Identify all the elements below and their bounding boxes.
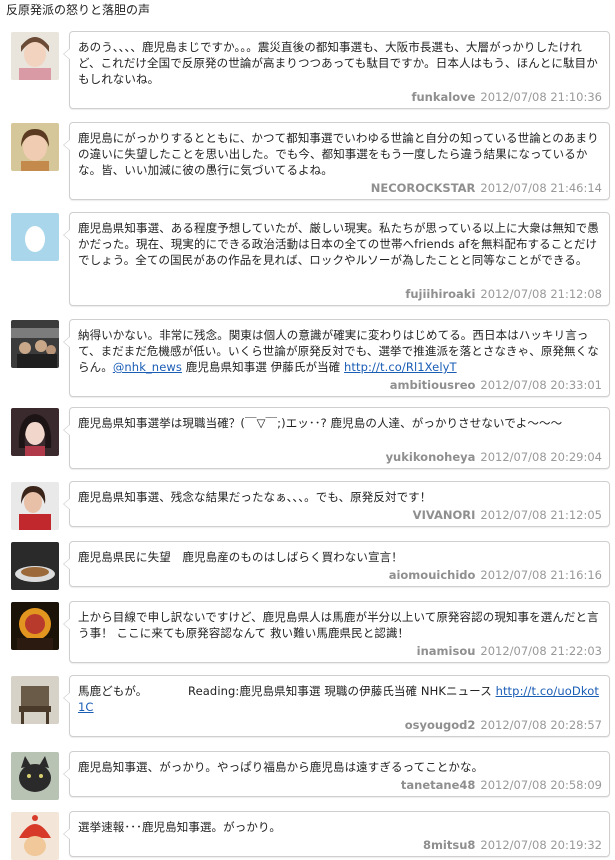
tweet-link[interactable]: http://t.co/Rl1XelyT: [344, 360, 457, 374]
page-title: 反原発派の怒りと落胆の声: [6, 3, 151, 17]
tweet-username[interactable]: inamisou: [417, 644, 476, 658]
tweet-meta: VIVANORI 2012/07/08 21:12:05: [413, 508, 602, 522]
tweet-meta: ambitiousreo 2012/07/08 20:33:01: [390, 378, 602, 392]
tweet-timestamp[interactable]: 2012/07/08 21:16:16: [480, 568, 602, 582]
avatar-image: [11, 320, 59, 368]
avatar[interactable]: [11, 752, 59, 800]
tweet-text: 鹿児島県知事選、ある程度予想していたが、厳しい現実。私たちが思っている以上に大衆…: [78, 221, 599, 267]
tweet-bubble: 鹿児島にがっかりするとともに、かつて都知事選でいわゆる世論と自分の知っている世論…: [63, 122, 610, 200]
tweet-meta: fujiihiroaki 2012/07/08 21:12:08: [405, 287, 602, 301]
mention-link[interactable]: @nhk_news: [113, 360, 182, 374]
tweet-timestamp[interactable]: 2012/07/08 20:58:09: [480, 778, 602, 792]
tweet-bubble: 鹿児島知事選、がっかり。やっぱり福島から鹿児島は遠すぎるってことかな。 tane…: [63, 751, 610, 797]
tweet-text-body: 鹿児島県知事選 伊藤氏が当確: [181, 360, 345, 374]
tweet-username[interactable]: fujiihiroaki: [405, 287, 475, 301]
avatar[interactable]: [11, 123, 59, 171]
tweet-timestamp[interactable]: 2012/07/08 21:12:08: [480, 287, 602, 301]
tweet-text: 鹿児島県民に失望 鹿児島産のものはしばらく買わない宣言！: [78, 550, 403, 564]
tweet-timestamp[interactable]: 2012/07/08 20:29:04: [480, 450, 602, 464]
tweet-timestamp[interactable]: 2012/07/08 21:12:05: [480, 508, 602, 522]
tweet-text: 選挙速報･･･鹿児島知事選。がっかり。: [78, 820, 281, 834]
tweet-meta: osyougod2 2012/07/08 20:28:57: [405, 718, 602, 732]
tweet-text-body: 馬鹿どもが。 Reading:鹿児島県知事選 現職の伊藤氏当確 NHKニュース: [78, 684, 496, 698]
tweet-text: 鹿児島県知事選、残念な結果だったなぁ、、、。でも、原発反対です！: [78, 490, 432, 504]
avatar[interactable]: [11, 213, 59, 261]
tweet-timestamp[interactable]: 2012/07/08 21:46:14: [480, 181, 602, 195]
tweet-timestamp[interactable]: 2012/07/08 20:33:01: [480, 378, 602, 392]
tweet-text: 鹿児島知事選、がっかり。やっぱり福島から鹿児島は遠すぎるってことかな。: [78, 760, 484, 774]
tweet-text: あのう、、、、鹿児島まじですか。。。震災直後の都知事選も、大阪市長選も、大層がっ…: [78, 40, 598, 86]
avatar[interactable]: [11, 408, 59, 456]
avatar[interactable]: [11, 32, 59, 80]
avatar[interactable]: [11, 676, 59, 724]
avatar-image: [11, 32, 59, 80]
avatar-image: [11, 408, 59, 456]
tweet-username[interactable]: tanetane48: [401, 778, 476, 792]
tweet-bubble: 鹿児島県知事選挙は現職当確？(￣▽￣;)エッ･･? 鹿児島の人達、がっかりさせな…: [63, 407, 610, 469]
tweet-bubble: 納得いかない。非常に残念。関東は個人の意識が確実に変わりはじめてる。西日本はハッ…: [63, 319, 610, 397]
avatar[interactable]: [11, 602, 59, 650]
tweet-username[interactable]: ambitiousreo: [390, 378, 476, 392]
tweet-text: 納得いかない。非常に残念。関東は個人の意識が確実に変わりはじめてる。西日本はハッ…: [78, 327, 603, 375]
avatar-image: [11, 542, 59, 590]
tweet-username[interactable]: osyougod2: [405, 718, 476, 732]
tweet-bubble: あのう、、、、鹿児島まじですか。。。震災直後の都知事選も、大阪市長選も、大層がっ…: [63, 31, 610, 109]
tweet-bubble: 馬鹿どもが。 Reading:鹿児島県知事選 現職の伊藤氏当確 NHKニュース …: [63, 675, 610, 737]
tweet-bubble: 鹿児島県知事選、ある程度予想していたが、厳しい現実。私たちが思っている以上に大衆…: [63, 212, 610, 306]
default-egg-avatar: [11, 213, 59, 261]
tweet-username[interactable]: 8mitsu8: [423, 838, 475, 852]
tweet-text: 上から目線で申し訳ないですけど、鹿児島県人は馬鹿が半分以上いて原発容認の現知事を…: [78, 610, 599, 640]
tweet-text: 鹿児島県知事選挙は現職当確？(￣▽￣;)エッ･･? 鹿児島の人達、がっかりさせな…: [78, 416, 563, 430]
avatar[interactable]: [11, 482, 59, 530]
avatar[interactable]: [11, 542, 59, 590]
tweet-timestamp[interactable]: 2012/07/08 21:10:36: [480, 90, 602, 104]
tweet-text: 馬鹿どもが。 Reading:鹿児島県知事選 現職の伊藤氏当確 NHKニュース …: [78, 683, 603, 715]
tweet-text: 鹿児島にがっかりするとともに、かつて都知事選でいわゆる世論と自分の知っている世論…: [78, 131, 599, 177]
tweet-username[interactable]: NECOROCKSTAR: [371, 181, 476, 195]
tweet-meta: tanetane48 2012/07/08 20:58:09: [401, 778, 602, 792]
tweet-username[interactable]: aiomouichido: [389, 568, 476, 582]
tweet-bubble: 選挙速報･･･鹿児島知事選。がっかり。 8mitsu8 2012/07/08 20…: [63, 811, 610, 857]
tweet-bubble: 鹿児島県民に失望 鹿児島産のものはしばらく買わない宣言！ aiomouichid…: [63, 541, 610, 587]
tweet-bubble: 鹿児島県知事選、残念な結果だったなぁ、、、。でも、原発反対です！ VIVANOR…: [63, 481, 610, 527]
avatar-image: [11, 676, 59, 724]
tweet-meta: yukikonoheya 2012/07/08 20:29:04: [386, 450, 602, 464]
tweet-meta: NECOROCKSTAR 2012/07/08 21:46:14: [371, 181, 602, 195]
tweet-timestamp[interactable]: 2012/07/08 21:22:03: [480, 644, 602, 658]
tweet-meta: funkalove 2012/07/08 21:10:36: [411, 90, 602, 104]
avatar-image: [11, 482, 59, 530]
avatar-image: [11, 812, 59, 860]
tweet-username[interactable]: yukikonoheya: [386, 450, 476, 464]
avatar[interactable]: [11, 320, 59, 368]
tweet-timestamp[interactable]: 2012/07/08 20:19:32: [480, 838, 602, 852]
tweet-meta: aiomouichido 2012/07/08 21:16:16: [389, 568, 602, 582]
tweet-bubble: 上から目線で申し訳ないですけど、鹿児島県人は馬鹿が半分以上いて原発容認の現知事を…: [63, 601, 610, 663]
tweet-meta: 8mitsu8 2012/07/08 20:19:32: [423, 838, 602, 852]
avatar-image: [11, 602, 59, 650]
tweet-meta: inamisou 2012/07/08 21:22:03: [417, 644, 602, 658]
avatar-image: [11, 752, 59, 800]
avatar[interactable]: [11, 812, 59, 860]
avatar-image: [11, 123, 59, 171]
tweet-timestamp[interactable]: 2012/07/08 20:28:57: [480, 718, 602, 732]
tweet-username[interactable]: funkalove: [411, 90, 475, 104]
tweet-username[interactable]: VIVANORI: [413, 508, 476, 522]
